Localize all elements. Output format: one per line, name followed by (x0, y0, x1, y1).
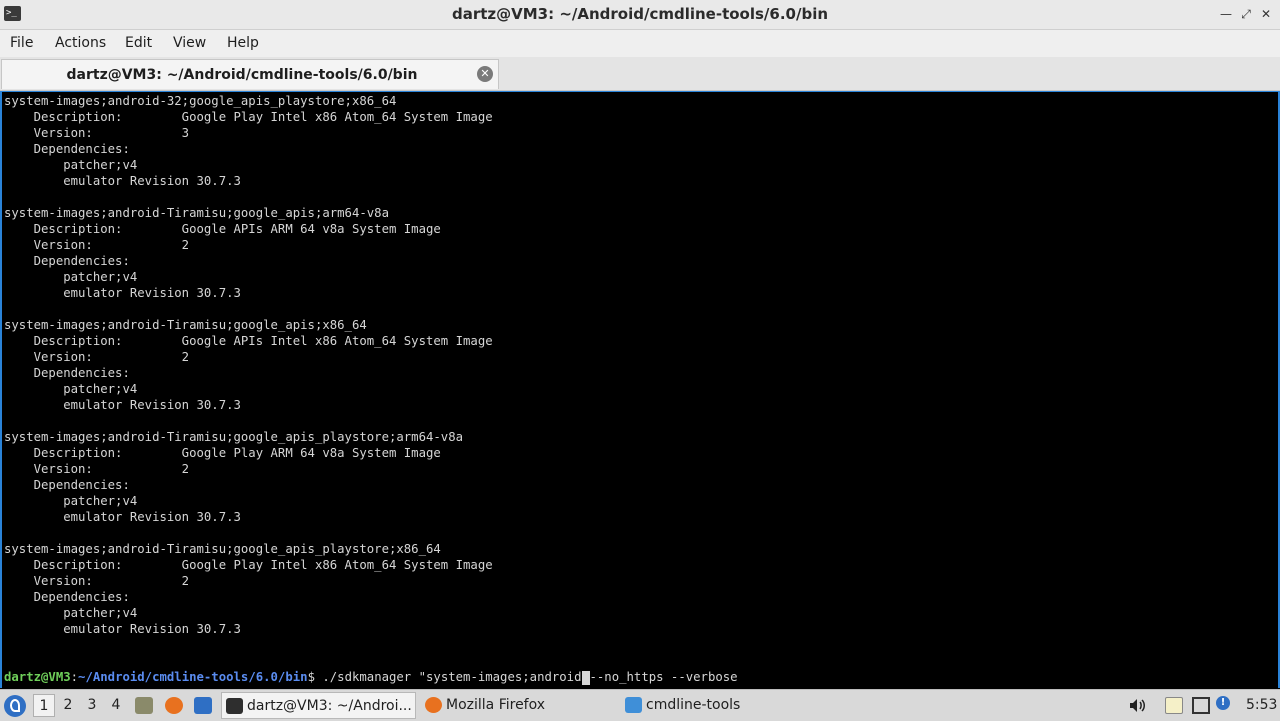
task-label: cmdline-tools (646, 697, 741, 713)
firefox-launcher-icon[interactable] (165, 697, 183, 714)
terminal-line: emulator Revision 30.7.3 (4, 398, 241, 412)
terminal-line: system-images;android-Tiramisu;google_ap… (4, 542, 441, 556)
menu-actions[interactable]: Actions (55, 30, 106, 57)
terminal-prompt-line[interactable]: dartz@VM3:~/Android/cmdline-tools/6.0/bi… (4, 669, 738, 685)
prompt-path: ~/Android/cmdline-tools/6.0/bin (78, 670, 308, 684)
menu-bar: File Actions Edit View Help (0, 30, 1280, 57)
terminal-line: Version: 2 (4, 238, 190, 252)
terminal-tab[interactable]: dartz@VM3: ~/Android/cmdline-tools/6.0/b… (1, 59, 499, 89)
workspace-2[interactable]: 2 (57, 694, 79, 717)
terminal-line: Description: Google APIs Intel x86 Atom_… (4, 334, 493, 348)
notification-icon[interactable]: ! (1216, 696, 1230, 710)
file-manager-launcher-icon[interactable] (135, 697, 153, 714)
terminal-output[interactable]: system-images;android-32;google_apis_pla… (0, 91, 1280, 688)
window-titlebar[interactable]: >_ dartz@VM3: ~/Android/cmdline-tools/6.… (0, 0, 1280, 30)
clock[interactable]: 5:53 (1246, 690, 1277, 721)
terminal-line: Description: Google Play Intel x86 Atom_… (4, 110, 493, 124)
tab-close-icon[interactable]: ✕ (477, 66, 493, 82)
terminal-line: emulator Revision 30.7.3 (4, 286, 241, 300)
terminal-line: system-images;android-32;google_apis_pla… (4, 94, 397, 108)
terminal-line: Version: 2 (4, 350, 190, 364)
display-icon[interactable] (1192, 697, 1210, 714)
menu-help[interactable]: Help (227, 30, 259, 57)
terminal-line: Description: Google APIs ARM 64 v8a Syst… (4, 222, 441, 236)
terminal-line: patcher;v4 (4, 158, 138, 172)
terminal-line: system-images;android-Tiramisu;google_ap… (4, 430, 464, 444)
prompt-user: dartz@VM3 (4, 670, 71, 684)
task-label: Mozilla Firefox (446, 697, 546, 713)
prompt-dollar: $ (307, 670, 323, 684)
terminal-line: patcher;v4 (4, 382, 138, 396)
start-menu-icon[interactable] (4, 695, 26, 717)
prompt-separator: : (70, 670, 79, 684)
command-text-rest: --no_https --verbose (589, 670, 738, 684)
text-cursor (581, 670, 590, 685)
terminal-line: emulator Revision 30.7.3 (4, 510, 241, 524)
terminal-line: emulator Revision 30.7.3 (4, 174, 241, 188)
terminal-line: Dependencies: (4, 254, 130, 268)
volume-icon[interactable] (1128, 697, 1146, 714)
window-title: dartz@VM3: ~/Android/cmdline-tools/6.0/b… (451, 5, 829, 23)
folder-icon (625, 697, 642, 713)
minimize-icon[interactable]: — (1218, 6, 1234, 22)
clipboard-icon[interactable] (1165, 697, 1183, 714)
firefox-icon (425, 697, 442, 713)
menu-view[interactable]: View (173, 30, 206, 57)
taskbar: 1 2 3 4 dartz@VM3: ~/Androi... Mozilla F… (0, 689, 1280, 721)
task-label: dartz@VM3: ~/Androi... (247, 698, 412, 714)
task-firefox[interactable]: Mozilla Firefox (421, 692, 616, 719)
maximize-icon[interactable]: ⤢ (1238, 6, 1254, 22)
task-file-manager[interactable]: cmdline-tools (621, 692, 816, 719)
command-text: ./sdkmanager "system-images;android (322, 670, 582, 684)
menu-file[interactable]: File (10, 30, 33, 57)
close-icon[interactable]: ✕ (1258, 6, 1274, 22)
terminal-line: Description: Google Play ARM 64 v8a Syst… (4, 446, 441, 460)
tab-bar: dartz@VM3: ~/Android/cmdline-tools/6.0/b… (0, 57, 1280, 91)
workspace-3[interactable]: 3 (81, 694, 103, 717)
terminal-line: patcher;v4 (4, 270, 138, 284)
terminal-icon (226, 698, 243, 714)
terminal-line: Dependencies: (4, 366, 130, 380)
terminal-line: Dependencies: (4, 142, 130, 156)
terminal-line: patcher;v4 (4, 494, 138, 508)
terminal-line: Description: Google Play Intel x86 Atom_… (4, 558, 493, 572)
workspace-4[interactable]: 4 (105, 694, 127, 717)
terminal-line: system-images;android-Tiramisu;google_ap… (4, 206, 389, 220)
show-desktop-icon[interactable] (194, 697, 212, 714)
workspace-1[interactable]: 1 (33, 694, 55, 717)
terminal-line: Dependencies: (4, 590, 130, 604)
terminal-line: Version: 3 (4, 126, 190, 140)
terminal-line: Version: 2 (4, 574, 190, 588)
terminal-line: Version: 2 (4, 462, 190, 476)
terminal-line: patcher;v4 (4, 606, 138, 620)
terminal-line: system-images;android-Tiramisu;google_ap… (4, 318, 367, 332)
terminal-line: emulator Revision 30.7.3 (4, 622, 241, 636)
menu-edit[interactable]: Edit (125, 30, 152, 57)
terminal-line: Dependencies: (4, 478, 130, 492)
task-terminal[interactable]: dartz@VM3: ~/Androi... (221, 692, 416, 719)
tab-label: dartz@VM3: ~/Android/cmdline-tools/6.0/b… (66, 67, 418, 83)
